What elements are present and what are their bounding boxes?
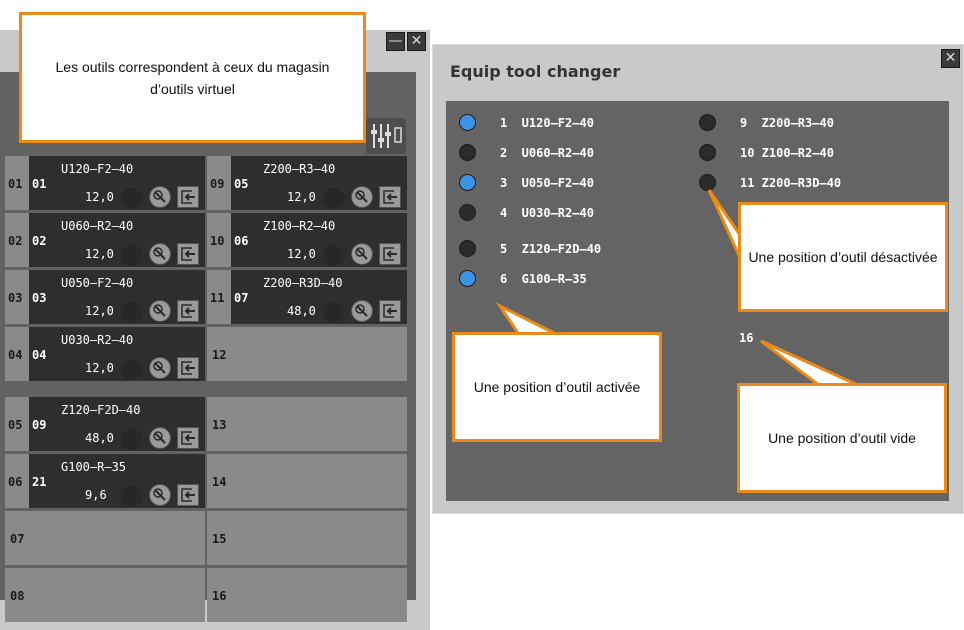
callout-empty: Une position d’outil vide xyxy=(737,383,947,493)
callout-activated: Une position d’outil activée xyxy=(452,332,662,442)
callout-pointers xyxy=(495,189,861,388)
pointer-empty xyxy=(760,339,861,388)
callout-deactivated: Une position d’outil désactivée xyxy=(738,202,948,312)
